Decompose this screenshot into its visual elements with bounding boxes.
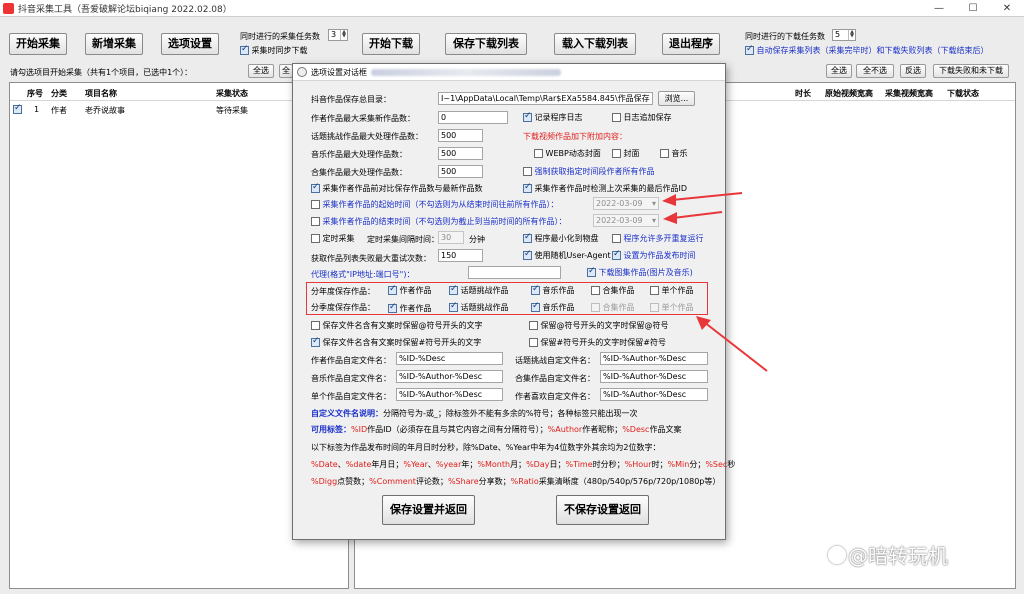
watermark-logo-icon: [828, 546, 846, 564]
arrow-head-icon: [696, 316, 711, 330]
annotation-arrows: [662, 192, 768, 372]
arrow-start-time: [671, 192, 743, 201]
arrow-save-options: [703, 321, 768, 372]
arrow-head-icon: [663, 212, 677, 224]
watermark: @暗转玩机: [848, 544, 948, 568]
arrow-end-time: [672, 211, 723, 219]
arrow-head-icon: [662, 194, 676, 206]
